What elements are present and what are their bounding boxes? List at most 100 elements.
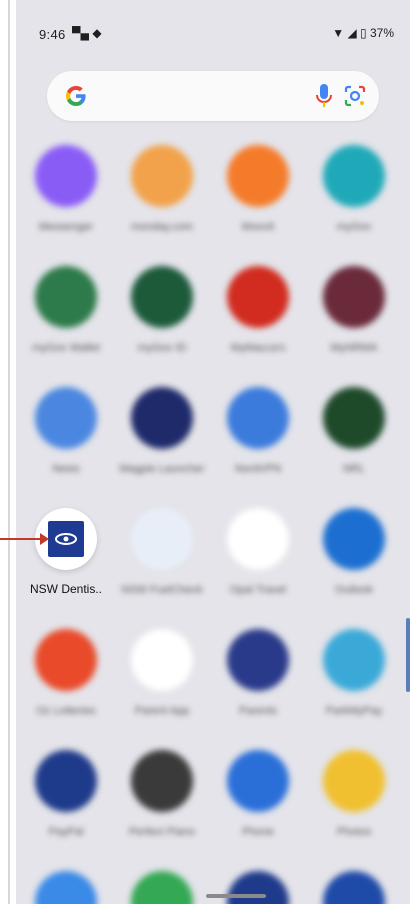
app-nsw-dentist[interactable]: NSW Dentis..	[18, 508, 114, 596]
app-outlook-label: Outlook	[335, 584, 373, 596]
microphone-icon[interactable]	[315, 83, 333, 109]
app-app10-icon	[131, 387, 193, 449]
app-monday-label: monday.com	[130, 221, 194, 233]
app-app5[interactable]: myGov Wallet	[18, 266, 114, 354]
app-messenger-icon	[35, 145, 97, 207]
app-parkmobile[interactable]: ParkMyPay	[306, 629, 402, 717]
app-nordvpn-label: NordVPN	[234, 463, 282, 475]
app-outlook[interactable]: Outlook	[306, 508, 402, 596]
app-app8-label: MyNRMA	[330, 342, 378, 354]
app-app10[interactable]: Magpie Launcher	[114, 387, 210, 475]
app-mcdonalds-label: MyMacca's	[230, 342, 286, 354]
phone-screen: 9:46 ▀▄ ◆ ▼ ◢ ▯ 37% Messenger monday.com…	[16, 0, 410, 904]
app-opal-icon	[227, 508, 289, 570]
app-playstore-icon	[131, 871, 193, 904]
wifi-icon: ▼	[332, 26, 345, 40]
status-bar: 9:46 ▀▄ ◆ ▼ ◢ ▯ 37%	[16, 22, 410, 46]
google-g-icon	[66, 86, 86, 106]
google-lens-icon[interactable]	[343, 84, 367, 108]
annotation-arrow-head	[40, 533, 49, 545]
google-search-bar[interactable]	[47, 71, 379, 121]
app-monday-icon	[131, 145, 193, 207]
app-mcdonalds-icon	[227, 266, 289, 328]
app-moovit[interactable]: Moovit	[210, 145, 306, 233]
app-paypal-label: PayPal	[48, 826, 84, 838]
app-moovit-icon	[227, 145, 289, 207]
app-app5-label: myGov Wallet	[31, 342, 101, 354]
status-right-icons: ▼ ◢ ▯ 37%	[332, 26, 394, 40]
app-mydocs-icon	[323, 145, 385, 207]
app-app12-icon	[323, 387, 385, 449]
app-nordvpn-icon	[227, 387, 289, 449]
navigation-icon: ◆	[92, 26, 102, 40]
app-app10-label: Magpie Launcher	[119, 463, 205, 475]
app-app19[interactable]: Parents	[210, 629, 306, 717]
app-lotteries[interactable]: Oz Lotteries	[18, 629, 114, 717]
app-app8-icon	[323, 266, 385, 328]
app-outlook-icon	[323, 508, 385, 570]
app-paypal[interactable]: PayPal	[18, 750, 114, 838]
app-phone[interactable]: Phone	[210, 750, 306, 838]
screenshot-frame-edge	[8, 0, 10, 904]
app-opal-label: Opal Travel	[229, 584, 287, 596]
app-app14-label: NSW FuelCheck	[121, 584, 203, 596]
app-news[interactable]: News	[18, 387, 114, 475]
app-parkmobile-icon	[323, 629, 385, 691]
app-playstation[interactable]	[210, 871, 306, 904]
app-news-icon	[35, 387, 97, 449]
app-nsw-dentist-label: NSW Dentis..	[29, 582, 102, 596]
battery-percentage: 37%	[369, 26, 394, 40]
app-app6-icon	[131, 266, 193, 328]
app-app18-icon	[131, 629, 193, 691]
app-messenger-label: Messenger	[38, 221, 94, 233]
app-messenger[interactable]: Messenger	[18, 145, 114, 233]
app-app6-label: myGov ID	[137, 342, 187, 354]
app-mydocs[interactable]: myGov	[306, 145, 402, 233]
app-app8[interactable]: MyNRMA	[306, 266, 402, 354]
notification-icons: ▀▄ ◆	[72, 26, 102, 40]
app-app14[interactable]: NSW FuelCheck	[114, 508, 210, 596]
app-app22[interactable]: Perfect Piano	[114, 750, 210, 838]
nsw-dentist-logo-icon	[48, 521, 84, 557]
app-app12-label: NRL	[342, 463, 365, 475]
app-app5-icon	[35, 266, 97, 328]
annotation-arrow-line	[0, 538, 44, 540]
app-app18-label: Parent App	[134, 705, 190, 717]
app-photos-label: Photos	[336, 826, 372, 838]
app-opal[interactable]: Opal Travel	[210, 508, 306, 596]
app-monday[interactable]: monday.com	[114, 145, 210, 233]
app-app28-icon	[323, 871, 385, 904]
status-time: 9:46	[39, 27, 66, 42]
app-mydocs-label: myGov	[336, 221, 372, 233]
app-phone-label: Phone	[242, 826, 274, 838]
app-app19-icon	[227, 629, 289, 691]
app-lotteries-icon	[35, 629, 97, 691]
app-app25-icon	[35, 871, 97, 904]
app-news-label: News	[52, 463, 80, 475]
app-phone-icon	[227, 750, 289, 812]
app-paypal-icon	[35, 750, 97, 812]
app-playstation-icon	[227, 871, 289, 904]
app-app18[interactable]: Parent App	[114, 629, 210, 717]
android-debug-icon: ▀▄	[72, 26, 90, 40]
signal-icon: ◢	[347, 26, 357, 40]
app-mcdonalds[interactable]: MyMacca's	[210, 266, 306, 354]
app-app6[interactable]: myGov ID	[114, 266, 210, 354]
app-nordvpn[interactable]: NordVPN	[210, 387, 306, 475]
home-indicator[interactable]	[206, 894, 266, 898]
scroll-handle[interactable]	[406, 618, 410, 692]
app-photos[interactable]: Photos	[306, 750, 402, 838]
app-photos-icon	[323, 750, 385, 812]
app-moovit-label: Moovit	[241, 221, 275, 233]
app-playstore[interactable]	[114, 871, 210, 904]
app-lotteries-label: Oz Lotteries	[36, 705, 96, 717]
app-app19-label: Parents	[239, 705, 277, 717]
battery-icon: ▯	[360, 26, 367, 40]
app-app12[interactable]: NRL	[306, 387, 402, 475]
app-app14-icon	[131, 508, 193, 570]
app-app28[interactable]	[306, 871, 402, 904]
app-app22-label: Perfect Piano	[128, 826, 196, 838]
app-app22-icon	[131, 750, 193, 812]
app-app25[interactable]	[18, 871, 114, 904]
app-parkmobile-label: ParkMyPay	[325, 705, 383, 717]
